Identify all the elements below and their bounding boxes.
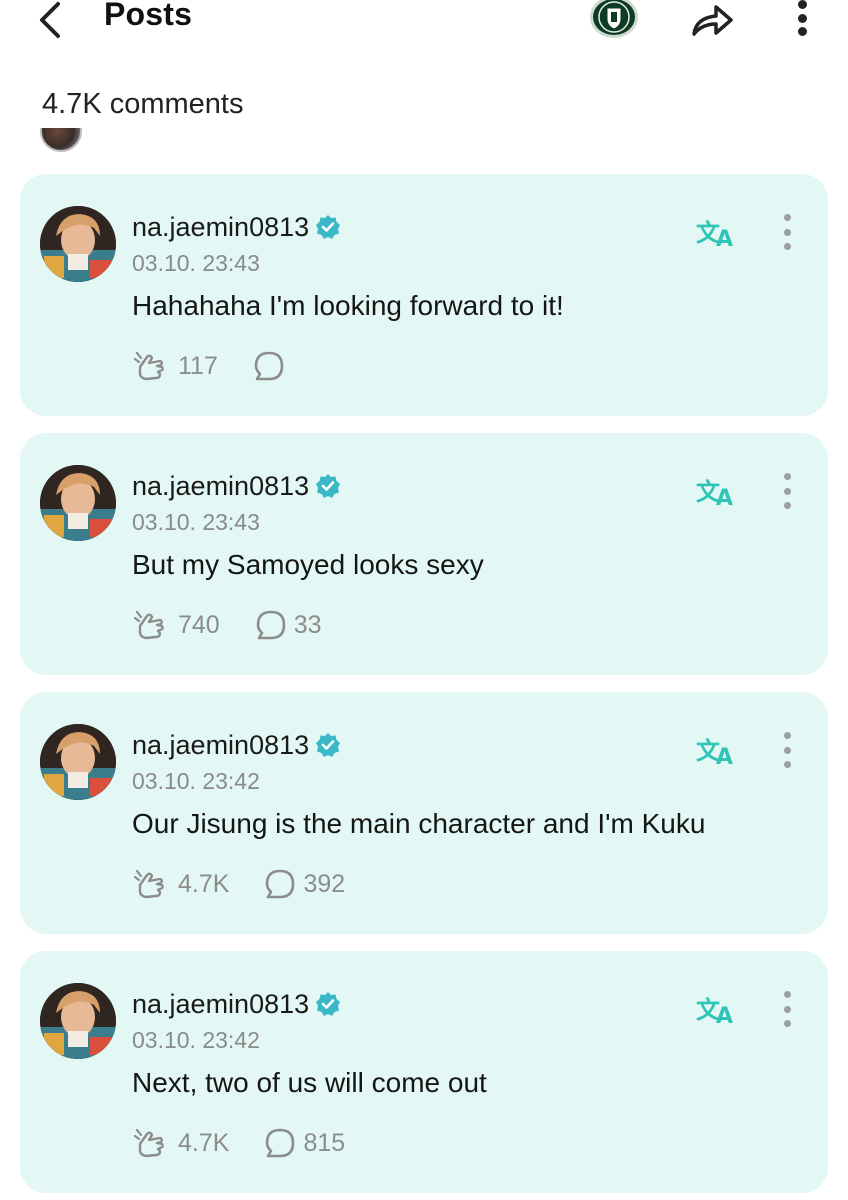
translate-button[interactable]: 文 A: [692, 730, 742, 770]
more-vertical-icon-dot: [783, 228, 791, 236]
verified-badge-icon: [315, 214, 341, 240]
translate-button[interactable]: 文 A: [692, 471, 742, 511]
reply-count: 33: [293, 610, 322, 639]
timestamp: 03.10. 23:43: [132, 509, 260, 535]
comment-card: na.jaemin0813 03.10. 23:42 Next, two of …: [20, 951, 828, 1193]
share-button[interactable]: [684, 0, 740, 42]
chevron-left-icon: [40, 2, 60, 38]
comment-more-button[interactable]: [774, 728, 800, 772]
like-count: 4.7K: [178, 1128, 230, 1157]
verified-badge-icon: [315, 991, 341, 1017]
comment-text: Our Jisung is the main character and I'm…: [132, 808, 706, 839]
more-vertical-icon-dot: [797, 13, 807, 23]
avatar[interactable]: [40, 724, 116, 800]
comment-card: na.jaemin0813 03.10. 23:43 Hahahaha I'm …: [20, 174, 828, 416]
translate-icon: 文 A: [696, 737, 733, 768]
reply-button[interactable]: [252, 349, 292, 383]
comment-more-button[interactable]: [774, 469, 800, 513]
reply-button[interactable]: 33: [254, 608, 322, 642]
svg-text:A: A: [716, 1004, 733, 1027]
svg-text:A: A: [716, 486, 733, 509]
avatar[interactable]: [40, 206, 116, 282]
timestamp: 03.10. 23:42: [132, 1027, 260, 1053]
community-crest-icon: [598, 1, 630, 33]
username[interactable]: na.jaemin0813: [132, 471, 309, 502]
username[interactable]: na.jaemin0813: [132, 730, 309, 761]
more-vertical-icon-dot: [783, 502, 791, 509]
more-vertical-icon-dot: [797, 0, 807, 9]
more-vertical-icon-dot: [783, 243, 791, 250]
avatar[interactable]: [40, 465, 116, 541]
comment-actions: 740 33: [132, 605, 322, 645]
reply-button[interactable]: 392: [263, 867, 345, 901]
username-row: na.jaemin0813: [132, 987, 341, 1021]
more-vertical-icon-dot: [783, 487, 791, 495]
verified-badge-icon: [315, 473, 341, 499]
comment-actions: 4.7K 392: [132, 864, 345, 904]
partially-hidden-avatar: [40, 128, 82, 154]
cheer-hand-icon: [133, 1128, 164, 1158]
translate-icon: 文 A: [696, 996, 733, 1027]
svg-text:A: A: [716, 745, 733, 768]
reply-count: 815: [303, 1128, 346, 1157]
like-count: 740: [178, 610, 220, 639]
comment-more-button[interactable]: [774, 210, 800, 254]
translate-icon: 文 A: [696, 219, 733, 250]
username-row: na.jaemin0813: [132, 469, 341, 503]
like-button[interactable]: 740: [132, 608, 220, 642]
more-vertical-icon-dot: [783, 214, 791, 221]
speech-bubble-icon: [266, 1128, 295, 1158]
timestamp: 03.10. 23:42: [132, 768, 260, 794]
speech-bubble-icon: [266, 869, 295, 899]
more-vertical-icon-dot: [797, 27, 807, 36]
comment-card: na.jaemin0813 03.10. 23:43 But my Samoye…: [20, 433, 828, 675]
username-row: na.jaemin0813: [132, 728, 341, 762]
comment-actions: 117: [132, 346, 292, 386]
like-count: 117: [178, 351, 218, 380]
cheer-hand-icon: [133, 869, 164, 899]
translate-icon: 文 A: [696, 478, 733, 509]
more-vertical-icon-dot: [783, 473, 791, 480]
avatar[interactable]: [40, 983, 116, 1059]
translate-button[interactable]: 文 A: [692, 212, 742, 252]
more-vertical-icon-dot: [783, 1005, 791, 1013]
back-button[interactable]: [30, 0, 70, 40]
more-vertical-icon-dot: [783, 732, 791, 739]
more-vertical-icon-dot: [783, 746, 791, 754]
like-button[interactable]: 117: [132, 349, 218, 383]
more-options-button[interactable]: [786, 0, 818, 42]
username[interactable]: na.jaemin0813: [132, 989, 309, 1020]
cheer-hand-icon: [133, 351, 164, 381]
like-button[interactable]: 4.7K: [132, 867, 229, 901]
top-app-bar: Posts: [0, 0, 848, 60]
verified-badge-icon: [315, 732, 341, 758]
reply-count: 392: [303, 869, 346, 898]
like-count: 4.7K: [178, 869, 230, 898]
page-title: Posts: [104, 0, 193, 32]
comment-count: 4.7K comments: [42, 88, 244, 120]
more-vertical-icon-dot: [783, 1020, 791, 1027]
speech-bubble-icon: [256, 610, 286, 640]
comment-more-button[interactable]: [774, 987, 800, 1031]
translate-button[interactable]: 文 A: [692, 989, 742, 1029]
more-vertical-icon-dot: [783, 991, 791, 998]
comment-actions: 4.7K 815: [132, 1123, 345, 1163]
more-vertical-icon-dot: [783, 761, 791, 768]
comment-card: na.jaemin0813 03.10. 23:42 Our Jisung is…: [20, 692, 828, 934]
username[interactable]: na.jaemin0813: [132, 212, 309, 243]
comment-text: Hahahaha I'm looking forward to it!: [132, 290, 564, 321]
share-arrow-icon: [692, 5, 733, 36]
svg-text:A: A: [716, 227, 733, 250]
timestamp: 03.10. 23:43: [132, 250, 260, 276]
cheer-hand-icon: [133, 610, 164, 640]
speech-bubble-icon: [254, 351, 284, 381]
username-row: na.jaemin0813: [132, 210, 341, 244]
reply-button[interactable]: 815: [263, 1126, 345, 1160]
comment-text: Next, two of us will come out: [132, 1067, 487, 1098]
community-logo[interactable]: [590, 0, 638, 38]
like-button[interactable]: 4.7K: [132, 1126, 229, 1160]
comment-text: But my Samoyed looks sexy: [132, 549, 484, 580]
